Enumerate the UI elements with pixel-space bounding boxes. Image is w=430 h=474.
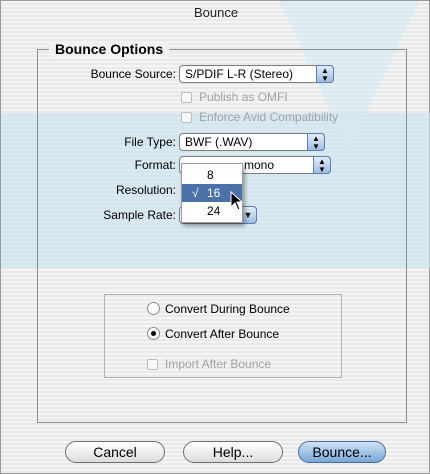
resolution-option-8[interactable]: 8 bbox=[182, 166, 242, 184]
option-label: 8 bbox=[207, 168, 214, 182]
bounce-button[interactable]: Bounce... bbox=[298, 441, 386, 463]
format-label: Format: bbox=[134, 158, 176, 172]
convert-during-radio[interactable] bbox=[147, 302, 160, 315]
enforce-avid-checkbox[interactable] bbox=[181, 112, 192, 123]
enforce-avid-label: Enforce Avid Compatibility bbox=[199, 110, 339, 124]
convert-after-label: Convert After Bounce bbox=[165, 327, 280, 341]
bounce-source-value: S/PDIF L-R (Stereo) bbox=[185, 67, 294, 81]
bounce-dialog: Bounce Bounce Options Bounce Source: S/P… bbox=[0, 0, 430, 474]
file-type-popup[interactable]: BWF (.WAV) ▲ ▼ bbox=[179, 133, 325, 151]
popup-arrows-icon: ▲ ▼ bbox=[313, 156, 331, 174]
option-label: 16 bbox=[207, 186, 221, 200]
help-button[interactable]: Help... bbox=[183, 441, 283, 463]
bounce-source-popup[interactable]: S/PDIF L-R (Stereo) ▲ ▼ bbox=[179, 65, 334, 83]
window-title: Bounce bbox=[193, 5, 239, 20]
sample-rate-label: Sample Rate: bbox=[103, 208, 176, 222]
resolution-label: Resolution: bbox=[115, 183, 176, 197]
file-type-label: File Type: bbox=[124, 135, 176, 149]
option-label: 24 bbox=[207, 204, 221, 218]
mouse-pointer-icon bbox=[230, 191, 244, 211]
import-after-label: Import After Bounce bbox=[165, 357, 272, 371]
popup-arrows-icon: ▲ ▼ bbox=[316, 65, 334, 83]
checkmark-icon: √ bbox=[192, 186, 199, 200]
format-value: mono bbox=[244, 158, 275, 172]
publish-omfi-checkbox[interactable] bbox=[181, 92, 192, 103]
cancel-button[interactable]: Cancel bbox=[65, 441, 165, 463]
bounce-source-label: Bounce Source: bbox=[90, 67, 176, 81]
popup-arrows-icon: ▲ ▼ bbox=[307, 133, 325, 151]
convert-after-radio[interactable] bbox=[147, 327, 160, 340]
import-after-checkbox[interactable] bbox=[147, 359, 158, 370]
publish-omfi-label: Publish as OMFI bbox=[199, 90, 288, 104]
group-title: Bounce Options bbox=[49, 41, 170, 57]
convert-during-label: Convert During Bounce bbox=[165, 302, 290, 316]
file-type-value: BWF (.WAV) bbox=[185, 135, 253, 149]
